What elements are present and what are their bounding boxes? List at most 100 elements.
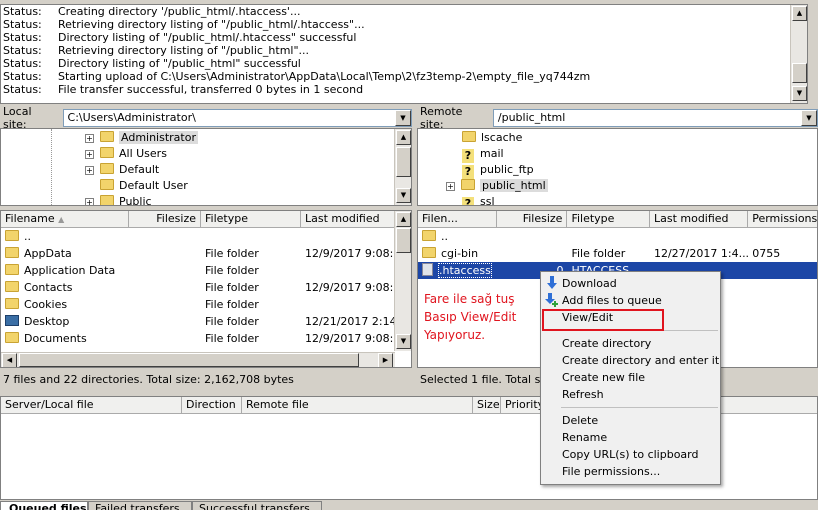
- col-filename[interactable]: Filen...: [418, 211, 497, 227]
- file-modified: 12/21/2017 2:14:4: [305, 315, 396, 328]
- table-row[interactable]: Desktop File folder 12/21/2017 2:14:4: [1, 313, 411, 330]
- col-filesize[interactable]: Filesize: [129, 211, 201, 227]
- menu-create-directory[interactable]: Create directory: [541, 335, 720, 352]
- folder-icon: [100, 147, 114, 158]
- scroll-thumb[interactable]: [792, 63, 807, 83]
- context-menu: Download Add files to queue View/Edit Cr…: [540, 271, 721, 485]
- tree-item-default-user[interactable]: Default User: [1, 178, 411, 194]
- local-tree-scrollbar[interactable]: ▲ ▼: [394, 129, 411, 205]
- table-row[interactable]: Cookies File folder: [1, 296, 411, 313]
- add-to-queue-icon: [545, 293, 558, 307]
- folder-icon: [100, 195, 114, 205]
- chevron-down-icon[interactable]: ▼: [801, 110, 817, 126]
- folder-icon: [422, 247, 436, 258]
- remote-list-header: Filen... Filesize Filetype Last modified…: [418, 211, 817, 228]
- scroll-thumb[interactable]: [396, 147, 411, 177]
- file-permissions: 0755: [752, 247, 781, 260]
- message-log[interactable]: Status: Creating directory '/public_html/…: [0, 4, 808, 104]
- scroll-left-icon[interactable]: ◀: [2, 353, 17, 367]
- log-message: File transfer successful, transferred 0 …: [58, 83, 364, 96]
- col-permissions[interactable]: Permissions: [748, 211, 817, 227]
- scroll-up-icon[interactable]: ▲: [396, 212, 411, 227]
- scroll-thumb[interactable]: [19, 353, 359, 367]
- user-folder-icon: [100, 131, 114, 142]
- tab-failed-transfers[interactable]: Failed transfers: [88, 501, 192, 510]
- col-filetype[interactable]: Filetype: [567, 211, 650, 227]
- table-row[interactable]: Contacts File folder 12/9/2017 9:08:28: [1, 279, 411, 296]
- file-type: File folder: [205, 281, 259, 294]
- scroll-up-icon[interactable]: ▲: [396, 130, 411, 145]
- tree-item-public[interactable]: + Public: [1, 194, 411, 205]
- tree-item-default[interactable]: + Default: [1, 162, 411, 178]
- file-type: File folder: [205, 315, 259, 328]
- log-row: Status: File transfer successful, transfe…: [1, 83, 807, 96]
- menu-rename[interactable]: Rename: [541, 429, 720, 446]
- local-path-combo[interactable]: C:\Users\Administrator\ ▼: [62, 109, 412, 127]
- expand-icon[interactable]: +: [85, 166, 94, 175]
- menu-download[interactable]: Download: [541, 275, 720, 292]
- tree-item-lscache[interactable]: lscache: [418, 130, 817, 146]
- folder-icon: [422, 230, 436, 241]
- expand-icon[interactable]: +: [85, 134, 94, 143]
- tree-item-all-users[interactable]: + All Users: [1, 146, 411, 162]
- expand-icon[interactable]: +: [85, 150, 94, 159]
- menu-file-permissions[interactable]: File permissions...: [541, 463, 720, 480]
- tree-item-public-html[interactable]: + public_html: [418, 178, 817, 194]
- col-filetype[interactable]: Filetype: [201, 211, 301, 227]
- log-message: Creating directory '/public_html/.htacce…: [58, 5, 301, 18]
- menu-add-to-queue[interactable]: Add files to queue: [541, 292, 720, 309]
- scroll-down-icon[interactable]: ▼: [396, 188, 411, 203]
- local-tree[interactable]: + Administrator + All Users + Default Defau…: [0, 128, 412, 206]
- remote-path-combo[interactable]: /public_html ▼: [492, 109, 818, 127]
- table-row[interactable]: ..: [1, 228, 411, 245]
- col-direction[interactable]: Direction: [182, 397, 242, 413]
- scroll-right-icon[interactable]: ▶: [378, 353, 393, 367]
- tab-successful-transfers[interactable]: Successful transfers: [192, 501, 322, 510]
- scroll-up-icon[interactable]: ▲: [792, 6, 807, 21]
- table-row[interactable]: AppData File folder 12/9/2017 9:08:23: [1, 245, 411, 262]
- tree-item-ssl[interactable]: ? ssl: [418, 194, 817, 205]
- file-size: [129, 245, 201, 262]
- menu-delete[interactable]: Delete: [541, 412, 720, 429]
- scroll-down-icon[interactable]: ▼: [792, 86, 807, 101]
- folder-icon: [461, 179, 475, 190]
- local-hscrollbar[interactable]: ◀ ▶: [1, 352, 395, 367]
- col-filename[interactable]: Filename ▲: [1, 211, 129, 227]
- col-last-modified[interactable]: Last modified: [650, 211, 749, 227]
- table-row[interactable]: Application Data File folder: [1, 262, 411, 279]
- scroll-thumb[interactable]: [396, 228, 411, 253]
- file-name: cgi-bin: [441, 247, 479, 260]
- tree-item-mail[interactable]: ? mail: [418, 146, 817, 163]
- log-message: Directory listing of "/public_html" succ…: [58, 57, 301, 70]
- log-status-key: Status:: [3, 18, 42, 31]
- table-row[interactable]: Documents File folder 12/9/2017 9:08:28: [1, 330, 411, 347]
- log-scrollbar[interactable]: ▲ ▼: [790, 5, 807, 103]
- local-file-list[interactable]: Filename ▲ Filesize Filetype Last modifi…: [0, 210, 412, 368]
- log-status-key: Status:: [3, 83, 42, 96]
- menu-copy-url[interactable]: Copy URL(s) to clipboard: [541, 446, 720, 463]
- col-remote-file[interactable]: Remote file: [242, 397, 473, 413]
- col-size[interactable]: Size: [473, 397, 501, 413]
- tab-queued-files[interactable]: Queued files: [0, 501, 88, 510]
- menu-create-directory-enter[interactable]: Create directory and enter it: [541, 352, 720, 369]
- file-size: [129, 228, 201, 245]
- remote-tree[interactable]: lscache ? mail ? public_ftp + public_html ?…: [417, 128, 818, 206]
- folder-icon: [5, 332, 19, 343]
- tree-item-public-ftp[interactable]: ? public_ftp: [418, 162, 817, 179]
- col-filesize[interactable]: Filesize: [497, 211, 568, 227]
- expand-icon[interactable]: +: [85, 198, 94, 205]
- folder-icon: [5, 298, 19, 309]
- table-row[interactable]: cgi-bin File folder 12/27/2017 1:4... 0755: [418, 245, 817, 262]
- table-row[interactable]: ..: [418, 228, 817, 245]
- expand-icon[interactable]: +: [446, 182, 455, 191]
- local-list-scrollbar[interactable]: ▲ ▼: [394, 211, 411, 351]
- menu-create-new-file[interactable]: Create new file: [541, 369, 720, 386]
- view-edit-highlight: [542, 309, 664, 331]
- col-last-modified[interactable]: Last modified: [301, 211, 396, 227]
- col-server-local-file[interactable]: Server/Local file: [1, 397, 182, 413]
- chevron-down-icon[interactable]: ▼: [395, 110, 411, 126]
- menu-refresh[interactable]: Refresh: [541, 386, 720, 403]
- log-row: Status: Directory listing of "/public_htm…: [1, 31, 807, 44]
- tree-item-administrator[interactable]: + Administrator: [1, 130, 411, 146]
- scroll-down-icon[interactable]: ▼: [396, 334, 411, 349]
